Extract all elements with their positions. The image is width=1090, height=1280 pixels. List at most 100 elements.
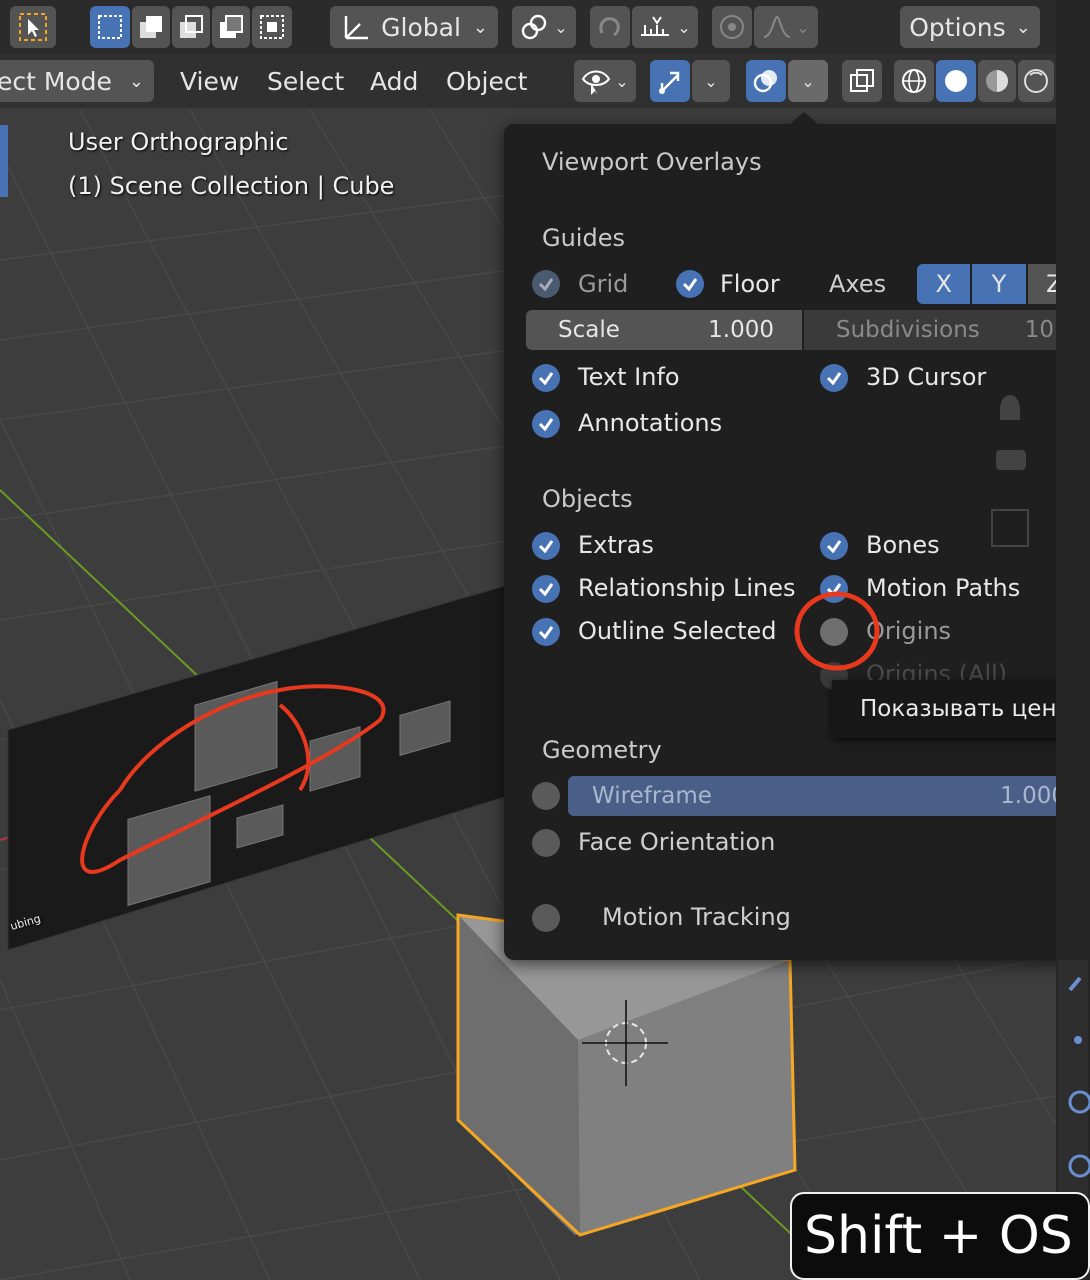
checkmark-icon [682,278,698,292]
annotations-label: Annotations [578,409,723,437]
physics-icon [1068,1090,1090,1114]
chevron-down-icon: ⌄ [801,71,815,91]
subdivisions-value: 10 [1024,317,1054,343]
grid-checkbox[interactable] [532,270,560,298]
shortcut-hint: Shift + OS [790,1192,1090,1280]
motion-paths-checkbox[interactable] [820,575,848,603]
geometry-heading: Geometry [542,736,662,764]
text-info-label: Text Info [578,363,680,391]
outline-selected-label: Outline Selected [578,617,777,645]
scale-label: Scale [558,317,620,343]
select-extend-button[interactable] [132,6,170,48]
chevron-down-icon: ⌄ [1015,16,1031,38]
floor-checkbox[interactable] [676,270,704,298]
checkmark-icon [826,540,842,554]
floor-label: Floor [720,270,780,298]
scale-value: 1.000 [708,317,774,343]
options-dropdown[interactable]: Options ⌄ [900,6,1040,48]
wireframe-label: Wireframe [592,783,712,809]
axis-y-toggle[interactable]: Y [972,264,1026,304]
select-box-icon [98,15,122,39]
select-intersect-icon [260,15,284,39]
show-overlays-toggle[interactable] [746,60,786,102]
wrench-icon [1068,976,1082,992]
relationship-lines-checkbox[interactable] [532,575,560,603]
overlays-dropdown[interactable]: ⌄ [788,60,828,102]
gizmo-dropdown[interactable]: ⌄ [692,60,730,102]
subdivisions-label: Subdivisions [836,317,980,343]
select-extend-icon [140,16,162,38]
face-orientation-label: Face Orientation [578,828,776,856]
bones-label: Bones [866,531,940,559]
proportional-falloff-dropdown[interactable]: ⌄ [754,6,818,48]
scale-field[interactable]: Scale 1.000 [526,310,802,350]
menu-object[interactable]: Object [434,60,539,102]
visibility-dropdown[interactable]: ⌄ [574,60,636,102]
panel-title: Viewport Overlays [542,148,762,176]
axis-x-toggle[interactable]: X [917,264,971,304]
select-intersect-button[interactable] [252,6,292,48]
axes-label: Axes [829,270,887,298]
3d-cursor-label: 3D Cursor [866,363,987,391]
annotations-checkbox[interactable] [532,410,560,438]
header-bar: Global ⌄ ⌄ ⌄ ⌄ Options ⌄ [0,0,1090,54]
select-new-button[interactable] [90,6,130,48]
snap-toggle[interactable] [590,6,630,48]
viewport-menubar: ject Mode ⌄ View Select Add Object ⌄ ⌄ ⌄ [0,54,1090,108]
chevron-down-icon: ⌄ [615,71,629,91]
rendered-sphere-icon [1024,69,1048,93]
text-info-checkbox[interactable] [532,364,560,392]
bones-checkbox[interactable] [820,532,848,560]
shading-solid-button[interactable] [936,60,976,102]
mode-label: ject Mode [0,66,112,96]
checkmark-icon [826,583,842,597]
shading-wireframe-button[interactable] [894,60,934,102]
solid-sphere-icon [945,70,967,92]
left-toolbar-active-tab[interactable] [0,125,8,197]
falloff-curve-icon [764,15,791,38]
select-invert-icon [220,15,243,38]
proportional-editing-toggle[interactable] [712,6,752,48]
origins-tooltip: Показывать центры [832,680,1090,738]
shading-rendered-button[interactable] [1018,60,1054,102]
material-sphere-icon [986,70,1008,92]
3d-cursor-checkbox[interactable] [820,364,848,392]
menu-view[interactable]: View [168,60,251,102]
wireframe-opacity-slider[interactable]: Wireframe 1.000 [568,776,1082,816]
show-gizmo-toggle[interactable] [650,60,690,102]
guides-heading: Guides [542,224,625,252]
origins-checkbox[interactable] [820,618,848,646]
outline-selected-checkbox[interactable] [532,618,560,646]
subdivisions-field[interactable]: Subdivisions 10 [804,310,1082,350]
collection-info: (1) Scene Collection | Cube [68,172,395,200]
snap-target-dropdown[interactable]: ⌄ [632,6,698,48]
ortho-grid-icon [991,509,1029,547]
xray-icon [850,69,874,92]
menu-select[interactable]: Select [255,60,356,102]
chevron-down-icon: ⌄ [472,16,488,38]
wireframe-checkbox[interactable] [532,782,560,810]
extras-checkbox[interactable] [532,532,560,560]
transform-orientation-dropdown[interactable]: Global ⌄ [330,6,498,48]
menu-add[interactable]: Add [358,60,430,102]
grid-settings-row: Scale 1.000 Subdivisions 10 [526,310,1082,350]
checkmark-icon [538,626,554,640]
checkmark-icon [538,278,554,292]
motion-tracking-checkbox[interactable] [532,904,560,932]
shading-material-button[interactable] [978,60,1016,102]
proportional-edit-icon [720,15,744,39]
particles-icon [1074,1036,1082,1044]
pivot-point-dropdown[interactable]: ⌄ [512,6,576,48]
mode-dropdown[interactable]: ject Mode ⌄ [0,60,154,102]
overlays-icon [753,70,777,93]
right-sidebar-strip [1056,0,1090,1280]
select-subtract-button[interactable] [172,6,210,48]
chevron-down-icon: ⌄ [704,71,718,91]
xray-toggle[interactable] [842,60,882,102]
face-orientation-checkbox[interactable] [532,829,560,857]
select-invert-button[interactable] [212,6,250,48]
cursor-select-button[interactable] [10,6,56,48]
view-name: User Orthographic [68,128,289,156]
checkmark-icon [826,372,842,386]
checkmark-icon [538,540,554,554]
